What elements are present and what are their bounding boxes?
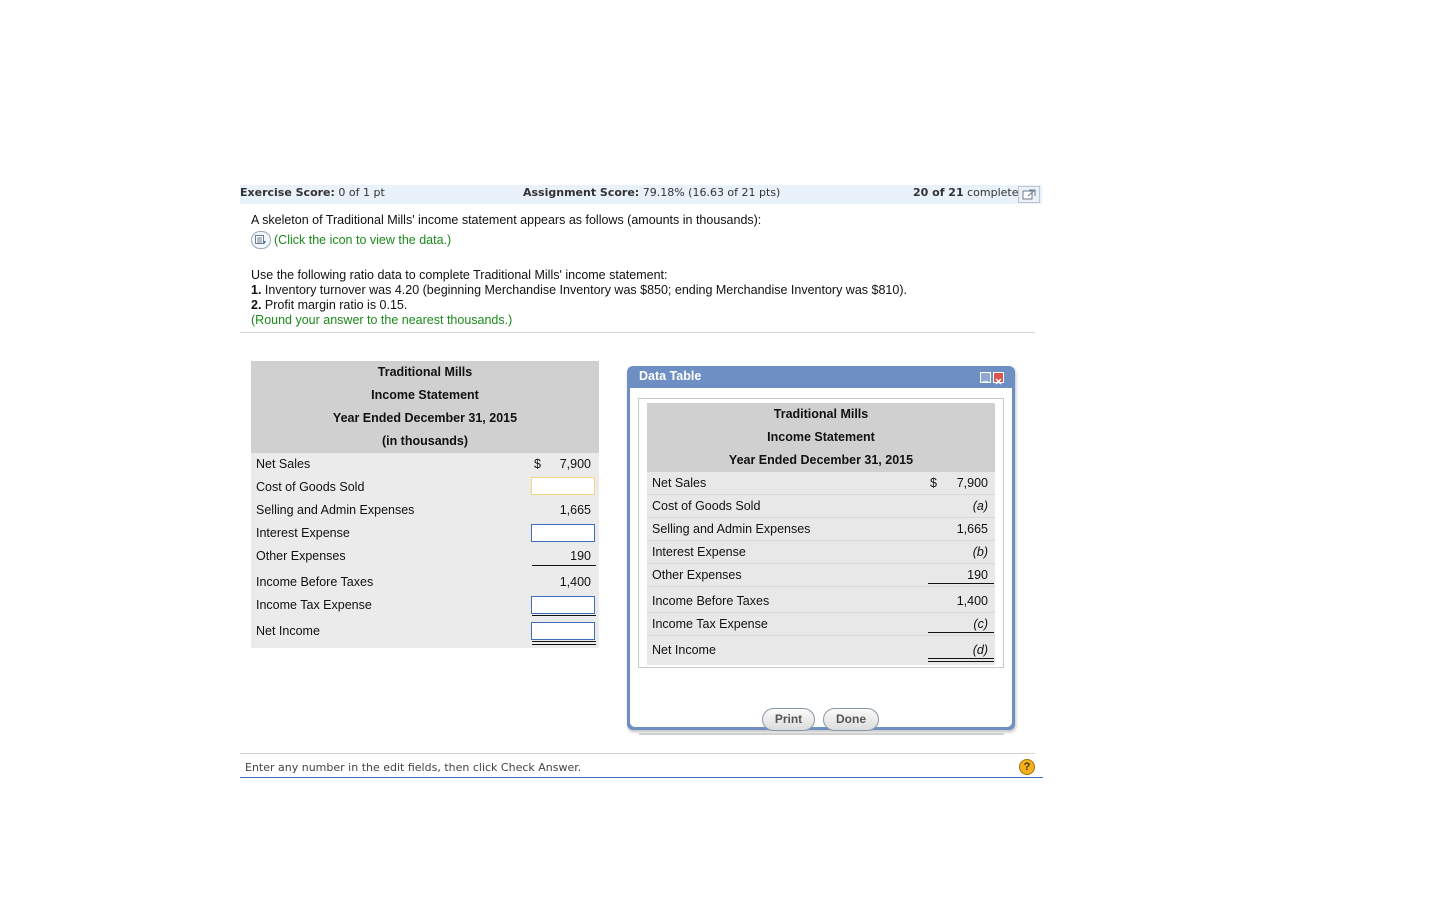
footer-hint: Enter any number in the edit fields, the…	[245, 761, 582, 774]
subtotal-line	[928, 583, 994, 584]
statement-header: Traditional Mills Income Statement Year …	[251, 361, 599, 453]
subtotal-line	[532, 565, 596, 566]
data-table: Traditional Mills Income Statement Year …	[647, 403, 995, 665]
table-row: Selling and Admin Expenses 1,665	[647, 518, 995, 541]
minimize-icon[interactable]	[980, 372, 991, 383]
table-row: Cost of Goods Sold (a)	[647, 495, 995, 518]
table-row: Selling and Admin Expenses 1,665	[256, 503, 591, 517]
footer-border	[240, 777, 1043, 778]
statement-period: Year Ended December 31, 2015	[332, 411, 518, 425]
statement-title: Income Statement	[767, 430, 875, 444]
table-row: Income Before Taxes 1,400	[647, 590, 995, 613]
done-button[interactable]: Done	[823, 708, 879, 731]
modal-body: Traditional Mills Income Statement Year …	[630, 388, 1012, 731]
statement-period: Year Ended December 31, 2015	[728, 453, 914, 467]
table-row: Income Before Taxes 1,400	[256, 575, 591, 589]
instructions: Use the following ratio data to complete…	[251, 268, 668, 282]
double-underline	[532, 641, 596, 642]
statement-title: Income Statement	[371, 388, 479, 402]
print-button[interactable]: Print	[762, 708, 815, 731]
view-data-text[interactable]: (Click the icon to view the data.)	[274, 233, 451, 247]
interest-expense-input[interactable]	[531, 524, 595, 542]
double-underline	[532, 644, 596, 645]
modal-title: Data Table	[639, 369, 702, 383]
help-icon[interactable]: ?	[1019, 759, 1035, 775]
assignment-score: Assignment Score: 79.18% (16.63 of 21 pt…	[523, 186, 781, 199]
income-tax-expense-input[interactable]	[531, 596, 595, 614]
completion-status: 20 of 21 complete	[913, 186, 1019, 199]
data-table-frame: Traditional Mills Income Statement Year …	[638, 398, 1004, 668]
double-underline	[928, 661, 994, 662]
net-income-input[interactable]	[531, 622, 595, 640]
close-icon[interactable]	[993, 372, 1004, 385]
subtotal-line	[928, 632, 994, 633]
company-name: Traditional Mills	[773, 407, 869, 421]
cost-of-goods-sold-input[interactable]	[531, 477, 595, 495]
ratio-item-2: 2. Profit margin ratio is 0.15.	[251, 298, 408, 312]
subtotal-line	[532, 615, 596, 616]
modal-shadow	[639, 733, 1004, 735]
divider	[240, 753, 1035, 754]
table-row: Net Sales $ 7,900	[647, 472, 995, 495]
table-row: Interest Expense (b)	[647, 541, 995, 564]
data-table-header: Traditional Mills Income Statement Year …	[647, 403, 995, 472]
ratio-item-1: 1. Inventory turnover was 4.20 (beginnin…	[251, 283, 907, 297]
data-table-modal: Data Table Traditional Mills Income Stat…	[627, 366, 1015, 731]
popout-icon[interactable]	[1018, 186, 1040, 203]
statement-units: (in thousands)	[381, 434, 469, 448]
divider	[240, 332, 1035, 333]
double-underline	[928, 658, 994, 659]
round-note: (Round your answer to the nearest thousa…	[251, 313, 513, 327]
table-row: Net Sales $ 7,900	[251, 453, 599, 476]
question-intro: A skeleton of Traditional Mills' income …	[251, 213, 762, 227]
exercise-score: Exercise Score: 0 of 1 pt	[240, 186, 385, 199]
currency-symbol: $	[930, 476, 937, 490]
view-data-link[interactable]: (Click the icon to view the data.)	[251, 231, 451, 249]
income-statement-form: Traditional Mills Income Statement Year …	[251, 361, 599, 648]
score-bar: Exercise Score: 0 of 1 pt Assignment Sco…	[240, 185, 1042, 204]
company-name: Traditional Mills	[377, 365, 473, 379]
data-table-icon[interactable]	[251, 231, 271, 249]
